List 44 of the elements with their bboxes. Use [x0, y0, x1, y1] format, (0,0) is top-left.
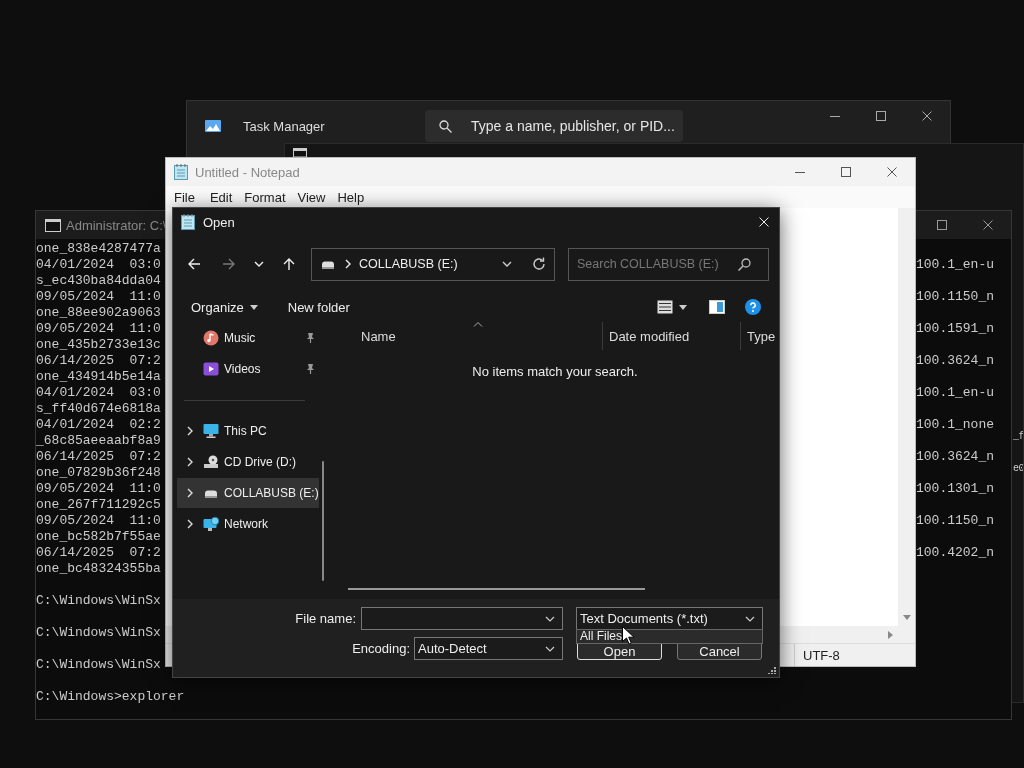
console-text: 100.3624_n — [916, 449, 994, 465]
console-text: s_ec430ba84dda04 — [36, 273, 161, 289]
console-text: 04/01/2024 02:2 — [36, 417, 161, 433]
console-text: 100.1150_n — [916, 289, 994, 305]
console-text: 100.1150_n — [916, 513, 994, 529]
console-text: C:\Windows\WinSx — [36, 657, 161, 673]
window-title: Untitled - Notepad — [195, 164, 300, 180]
console-text: 09/05/2024 11:0 — [36, 481, 161, 497]
console-text: one_bc582b7f55ae — [36, 529, 161, 545]
window-title: Task Manager — [243, 118, 326, 134]
console-text: e0 — [1013, 462, 1023, 476]
console-text: 100.1_en-u — [916, 385, 994, 401]
empty-message: No items match your search. — [471, 364, 639, 379]
console-text: s_ff40d674e6818a — [36, 401, 161, 417]
console-text: C:\Windows\WinSx — [36, 625, 161, 641]
console-text: 09/05/2024 11:0 — [36, 289, 161, 305]
console-text: C:\Windows>explorer — [36, 689, 185, 705]
console-text: 04/01/2024 03:0 — [36, 385, 161, 401]
console-text: 100.1301_n — [916, 481, 994, 497]
window-title: Open — [203, 214, 235, 230]
console-text: 04/01/2024 03:0 — [36, 257, 161, 273]
console-text: 100.1_en-u — [916, 257, 994, 273]
console-text: one_838e4287477a — [36, 241, 161, 257]
console-text: 06/14/2025 07:2 — [36, 449, 161, 465]
console-text: 09/05/2024 11:0 — [36, 513, 161, 529]
console-text: 100.4202_n — [916, 545, 994, 561]
console-text: 06/14/2025 07:2 — [36, 353, 161, 369]
console-text: one_267f711292c5 — [36, 497, 161, 513]
console-text: 100.1_none — [916, 417, 994, 433]
console-text: one_88ee902a9063 — [36, 305, 161, 321]
console-text: 100.1591_n — [916, 321, 994, 337]
console-text: 09/05/2024 11:0 — [36, 321, 161, 337]
console-text: one_434914b5e14a — [36, 369, 161, 385]
console-text: one_bc48324355ba — [36, 561, 161, 577]
console-text: 100.3624_n — [916, 353, 994, 369]
field-label: File name: — [294, 611, 356, 626]
status-text: UTF-8 — [803, 647, 840, 663]
field-label: Encoding: — [351, 641, 410, 656]
console-text: one_07829b36f248 — [36, 465, 161, 481]
console-text: _68c85aeeaabf8a9 — [36, 433, 161, 449]
console-text: _f — [1013, 430, 1023, 444]
console-text: 06/14/2025 07:2 — [36, 545, 161, 561]
console-text: C:\Windows\WinSx — [36, 593, 161, 609]
console-text: one_435b2733e13c — [36, 337, 161, 353]
